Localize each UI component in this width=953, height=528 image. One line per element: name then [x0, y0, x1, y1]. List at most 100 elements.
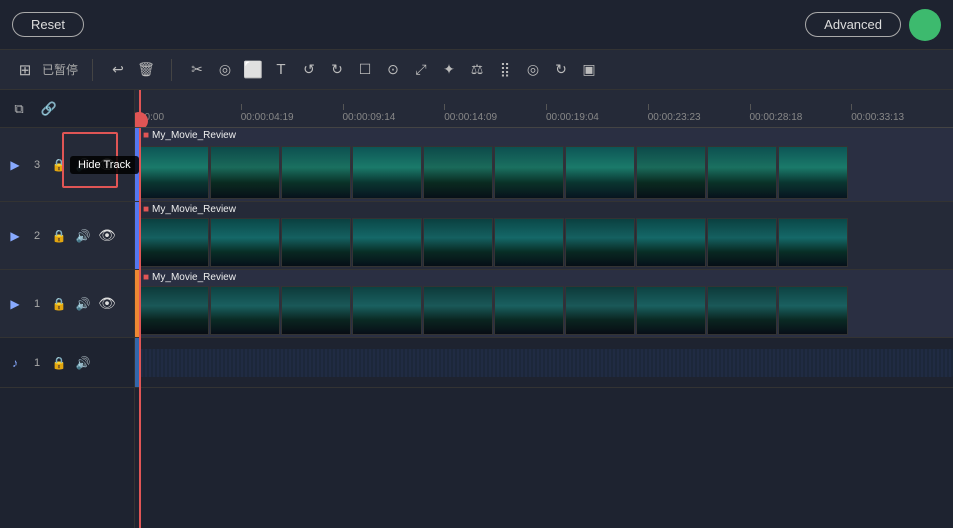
thumb-1-1: [139, 286, 209, 335]
delete-icon[interactable]: 🗑: [133, 57, 159, 83]
toolbar-divider-1: [92, 59, 93, 81]
thumb-3-2: [210, 146, 280, 199]
transform-icon[interactable]: ✦: [436, 57, 462, 83]
track-lock-icon-1[interactable]: 🔒: [50, 295, 68, 313]
thumb-1-4: [352, 286, 422, 335]
bars-icon[interactable]: ⣿: [492, 57, 518, 83]
tracks-container: ■ My_Movie_Review: [135, 128, 953, 528]
track-num-label-1: 1: [30, 298, 44, 310]
track-clips-3: ■ My_Movie_Review: [139, 128, 953, 201]
track-mute-icon-2[interactable]: 🔊: [74, 227, 92, 245]
thumb-2-9: [707, 218, 777, 267]
clip-title-1: My_Movie_Review: [152, 272, 236, 283]
thumb-2-5: [423, 218, 493, 267]
track-mute-icon-3[interactable]: 🔊: [74, 156, 92, 174]
timeline-area: ⧉ 🔗 Hide Track ▶ 3 🔒 🔊 👁 ▶ 2 🔒 🔊 👁: [0, 90, 953, 528]
clip-icon-3: ■: [143, 130, 149, 141]
track-clips-2: ■ My_Movie_Review: [139, 202, 953, 269]
toolbar-divider-2: [171, 59, 172, 81]
text-icon[interactable]: T: [268, 57, 294, 83]
track-control-audio-1: ♪ 1 🔒 🔊: [0, 338, 134, 388]
reset-button[interactable]: Reset: [12, 12, 84, 37]
link-icon[interactable]: 🔗: [38, 98, 60, 120]
thumb-3-4: [352, 146, 422, 199]
thumb-2-1: [139, 218, 209, 267]
crop-icon[interactable]: ⬜: [240, 57, 266, 83]
track-play-icon-1[interactable]: ▶: [6, 295, 24, 313]
ruler-mark-3: 00:00:14:09: [444, 112, 546, 123]
track-row-video-1[interactable]: ■ My_Movie_Review: [135, 270, 953, 338]
mask-icon[interactable]: ◎: [212, 57, 238, 83]
track-eye-icon-3[interactable]: 👁: [98, 156, 116, 174]
green-action-button[interactable]: [909, 9, 941, 41]
thumb-1-2: [210, 286, 280, 335]
toolbar: ⊞ 已暂停 ↩ 🗑 ✂ ◎ ⬜ T ↺ ↻ ☐ ⊙ ⤢ ✦ ⚖ ⣿ ◎ ↻ ▣: [0, 50, 953, 90]
clip-label-2: ■ My_Movie_Review: [143, 204, 236, 215]
thumb-3-5: [423, 146, 493, 199]
grid-icon: ⊞: [12, 57, 38, 83]
track-row-video-2[interactable]: ■ My_Movie_Review: [135, 202, 953, 270]
advanced-button[interactable]: Advanced: [805, 12, 901, 37]
thumb-2-7: [565, 218, 635, 267]
frame-icon[interactable]: ☐: [352, 57, 378, 83]
thumb-1-7: [565, 286, 635, 335]
track-mute-icon-1[interactable]: 🔊: [74, 295, 92, 313]
thumb-1-3: [281, 286, 351, 335]
top-bar-left: Reset: [12, 12, 84, 37]
ruler-mark-4: 00:00:19:04: [546, 112, 648, 123]
track-lock-icon-3[interactable]: 🔒: [50, 156, 68, 174]
ruler-mark-6: 00:00:28:18: [750, 112, 852, 123]
thumb-1-5: [423, 286, 493, 335]
clip-thumbnails-2: [139, 202, 953, 269]
circle-icon[interactable]: ⊙: [380, 57, 406, 83]
track-row-audio-1[interactable]: [135, 338, 953, 388]
thumb-3-3: [281, 146, 351, 199]
track-eye-icon-1[interactable]: 👁: [98, 295, 116, 313]
copy-icon[interactable]: ⧉: [8, 98, 30, 120]
thumb-1-9: [707, 286, 777, 335]
thumb-2-8: [636, 218, 706, 267]
ruler-marks: 00:00 00:00:04:19 00:00:09:14 00:00:14:0…: [135, 112, 953, 123]
clip-title-2: My_Movie_Review: [152, 204, 236, 215]
expand-icon[interactable]: ⤢: [408, 57, 434, 83]
sync-icon[interactable]: ↻: [548, 57, 574, 83]
rotate-right-icon[interactable]: ↻: [324, 57, 350, 83]
track-clips-1: ■ My_Movie_Review: [139, 270, 953, 337]
top-bar-right: Advanced: [805, 9, 941, 41]
ruler-mark-7: 00:00:33:13: [851, 112, 953, 123]
clip-title-3: My_Movie_Review: [152, 130, 236, 141]
thumb-2-6: [494, 218, 564, 267]
thumb-3-7: [565, 146, 635, 199]
clip-icon-1: ■: [143, 272, 149, 283]
track-control-video-1: ▶ 1 🔒 🔊 👁: [0, 270, 134, 338]
equalizer-icon[interactable]: ⚖: [464, 57, 490, 83]
thumb-3-9: [707, 146, 777, 199]
ruler-mark-5: 00:00:23:23: [648, 112, 750, 123]
track-audio-lock-icon[interactable]: 🔒: [50, 354, 68, 372]
ruler-mark-1: 00:00:04:19: [241, 112, 343, 123]
thumb-2-10: [778, 218, 848, 267]
track-play-icon-2[interactable]: ▶: [6, 227, 24, 245]
track-num-label-3: 3: [30, 159, 44, 171]
top-bar: Reset Advanced: [0, 0, 953, 50]
track-row-video-3[interactable]: ■ My_Movie_Review: [135, 128, 953, 202]
audio-waveform: [139, 349, 953, 377]
undo-icon[interactable]: ↩: [105, 57, 131, 83]
toolbar-history-group: ↩ 🗑: [101, 57, 163, 83]
track-eye-icon-2[interactable]: 👁: [98, 227, 116, 245]
thumb-1-6: [494, 286, 564, 335]
track-audio-content: [139, 338, 953, 387]
thumb-2-2: [210, 218, 280, 267]
target-icon[interactable]: ◎: [520, 57, 546, 83]
track-play-icon-3[interactable]: ▶: [6, 156, 24, 174]
thumb-1-8: [636, 286, 706, 335]
thumb-2-3: [281, 218, 351, 267]
track-audio-mute-icon[interactable]: 🔊: [74, 354, 92, 372]
track-control-video-3: Hide Track ▶ 3 🔒 🔊 👁: [0, 128, 134, 202]
toolbar-edit-group: ✂ ◎ ⬜ T ↺ ↻ ☐ ⊙ ⤢ ✦ ⚖ ⣿ ◎ ↻ ▣: [180, 57, 606, 83]
cut-icon[interactable]: ✂: [184, 57, 210, 83]
rotate-left-icon[interactable]: ↺: [296, 57, 322, 83]
box-icon[interactable]: ▣: [576, 57, 602, 83]
track-lock-icon-2[interactable]: 🔒: [50, 227, 68, 245]
status-text: 已暂停: [40, 61, 80, 78]
